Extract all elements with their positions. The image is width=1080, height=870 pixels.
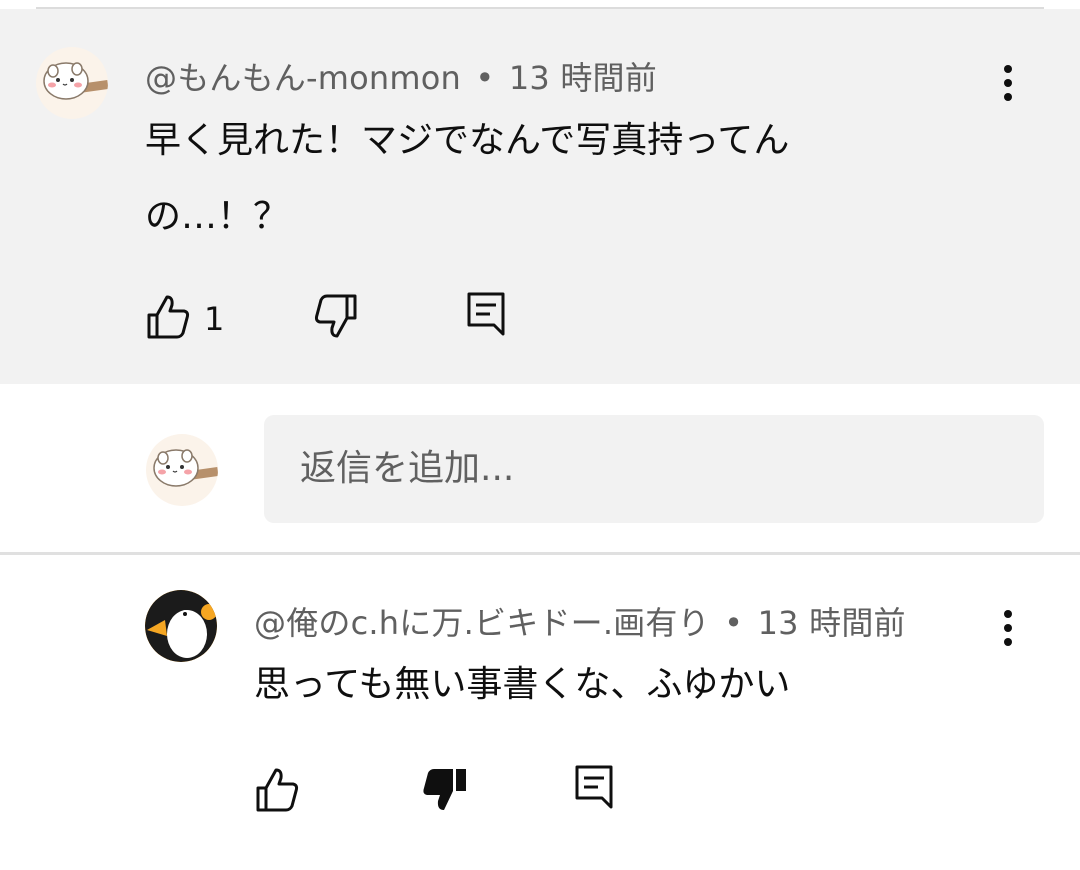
dislike-icon[interactable]	[314, 294, 358, 340]
reply-input[interactable]: 返信を追加...	[264, 415, 1044, 523]
highlighted-comment: @もんもん-monmon • 13 時間前 早く見れた！マジでなんで写真持ってん…	[0, 9, 1080, 384]
like-icon[interactable]	[146, 293, 190, 339]
meta-separator: •	[724, 604, 744, 642]
dislike-filled-icon[interactable]	[422, 767, 466, 813]
section-divider	[0, 552, 1080, 555]
reply-icon[interactable]	[466, 291, 506, 337]
hamster-avatar-icon	[146, 434, 218, 506]
like-count: 1	[204, 300, 225, 338]
reply-text: 思っても無い事書くな、ふゆかい	[254, 664, 791, 705]
comment-time: 13 時間前	[508, 59, 657, 97]
reply-time: 13 時間前	[757, 604, 906, 642]
hamster-avatar-icon[interactable]	[36, 47, 108, 119]
more-vert-icon[interactable]	[988, 598, 1028, 658]
reply-icon[interactable]	[574, 764, 614, 810]
comment-text-line1: 早く見れた！マジでなんで写真持ってん	[145, 120, 790, 161]
more-vert-icon[interactable]	[988, 53, 1028, 113]
comment-author[interactable]: @もんもん-monmon	[145, 59, 461, 97]
like-icon[interactable]	[255, 766, 299, 812]
reply-input-row: 返信を追加...	[0, 384, 1080, 552]
reply-author[interactable]: @俺のc.hに万.ビキドー.画有り	[254, 604, 710, 642]
comment-author-line: @もんもん-monmon • 13 時間前	[145, 53, 657, 99]
reply-author-line: @俺のc.hに万.ビキドー.画有り • 13 時間前	[254, 598, 906, 644]
meta-separator: •	[475, 59, 495, 97]
comment-text-line2: の…！？	[145, 196, 290, 237]
penguin-avatar-icon[interactable]	[145, 590, 217, 662]
